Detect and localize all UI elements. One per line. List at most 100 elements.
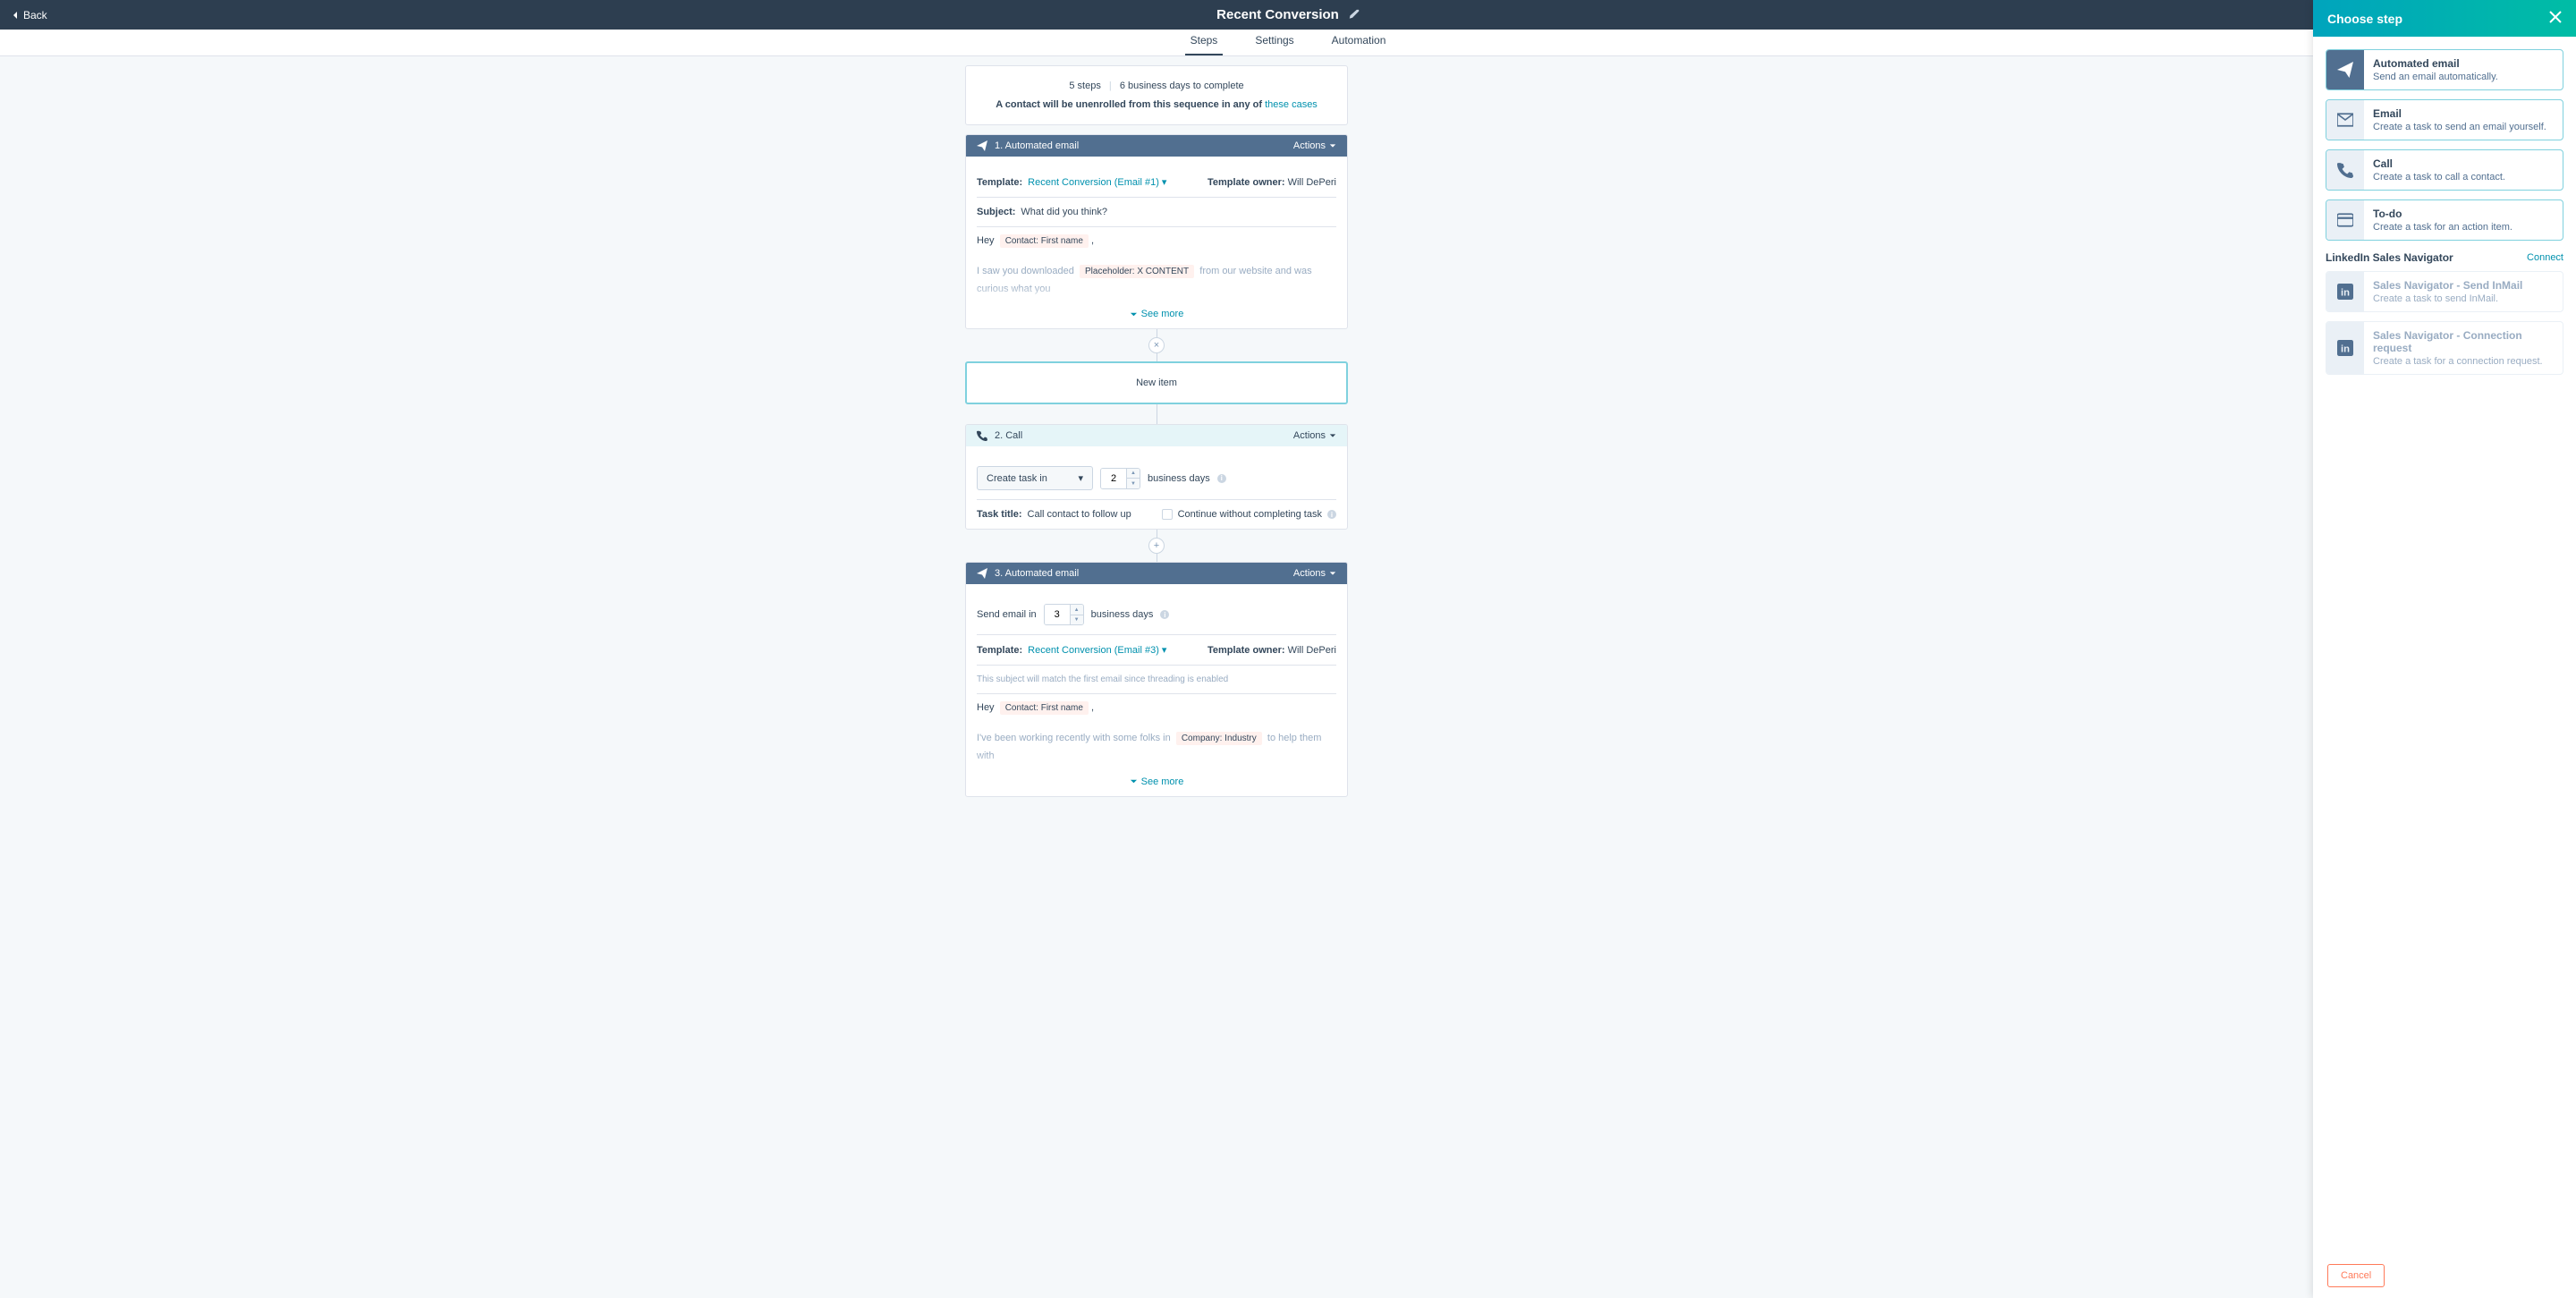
step-3-actions[interactable]: Actions: [1293, 568, 1336, 579]
panel-header: Choose step: [2313, 0, 2576, 37]
see-more-button[interactable]: See more: [977, 771, 1336, 796]
template-link[interactable]: Recent Conversion (Email #3) ▾: [1028, 644, 1166, 656]
back-label: Back: [23, 9, 47, 21]
pencil-icon[interactable]: [1348, 9, 1360, 21]
page-title: Recent Conversion: [1216, 7, 1339, 22]
paper-plane-icon: [2337, 62, 2353, 78]
chevron-down-icon: ▾: [1078, 472, 1083, 484]
info-icon[interactable]: i: [1217, 474, 1226, 483]
step-2-actions[interactable]: Actions: [1293, 430, 1336, 441]
unenroll-link[interactable]: these cases: [1265, 99, 1318, 110]
close-button[interactable]: [2549, 11, 2562, 26]
step-3-title: 3. Automated email: [995, 568, 1079, 579]
step-up[interactable]: ▲: [1127, 469, 1140, 479]
linkedin-icon: in: [2337, 284, 2353, 300]
back-button[interactable]: Back: [11, 9, 47, 21]
top-bar: Back Recent Conversion: [0, 0, 2576, 30]
step-2-header[interactable]: 2. Call Actions: [966, 425, 1347, 446]
template-label: Template:: [977, 177, 1022, 188]
chevron-down-icon: [1130, 310, 1138, 318]
title-wrap: Recent Conversion: [1216, 7, 1360, 22]
chevron-down-icon: [1329, 142, 1336, 149]
summary-card: 5 steps | 6 business days to complete A …: [965, 65, 1348, 125]
step-1-title: 1. Automated email: [995, 140, 1079, 151]
chevron-down-icon: [1130, 777, 1138, 785]
summary-days: 6 business days to complete: [1120, 81, 1244, 91]
chevron-left-icon: [11, 11, 20, 20]
threading-note: This subject will match the first email …: [977, 674, 1228, 684]
main-area: 5 steps | 6 business days to complete A …: [0, 56, 2313, 1298]
token-contact-first-name: Contact: First name: [1000, 701, 1089, 715]
svg-text:in: in: [2341, 344, 2350, 355]
template-link[interactable]: Recent Conversion (Email #1) ▾: [1028, 176, 1166, 188]
see-more-button[interactable]: See more: [977, 303, 1336, 328]
option-call[interactable]: CallCreate a task to call a contact.: [2326, 149, 2563, 191]
linkedin-icon: in: [2337, 340, 2353, 356]
center-column: 5 steps | 6 business days to complete A …: [965, 65, 1348, 797]
continue-checkbox[interactable]: [1162, 509, 1173, 520]
connect-link[interactable]: Connect: [2527, 252, 2563, 263]
tab-settings[interactable]: Settings: [1250, 27, 1299, 55]
send-label: Send email in: [977, 609, 1037, 620]
template-owner: Template owner: Will DePeri: [1208, 645, 1336, 656]
days-input[interactable]: ▲▼: [1100, 468, 1140, 489]
option-linkedin-inmail: in Sales Navigator - Send InMailCreate a…: [2326, 271, 2563, 312]
create-task-dropdown[interactable]: Create task in ▾: [977, 466, 1093, 490]
panel-body: Automated emailSend an email automatical…: [2313, 37, 2576, 1253]
connector: [965, 404, 1348, 424]
phone-icon: [2337, 162, 2353, 178]
close-icon: [2549, 11, 2562, 23]
card-icon: [2337, 212, 2353, 228]
days-field[interactable]: [1101, 469, 1126, 488]
connector: ×: [965, 329, 1348, 361]
subject-value: What did you think?: [1021, 207, 1107, 217]
days-label: business days: [1148, 473, 1210, 484]
step-1-header[interactable]: 1. Automated email Actions: [966, 135, 1347, 157]
task-title-label: Task title:: [977, 509, 1022, 520]
paper-plane-icon: [977, 568, 987, 579]
step-down[interactable]: ▼: [1071, 615, 1083, 625]
section-title: LinkedIn Sales Navigator: [2326, 251, 2453, 264]
step-2-title: 2. Call: [995, 430, 1022, 441]
step-1-actions[interactable]: Actions: [1293, 140, 1336, 151]
unenroll-text: A contact will be unenrolled from this s…: [996, 99, 1265, 110]
email-preview: Hey Contact: First name , I saw you down…: [977, 227, 1336, 303]
step-3-card: 3. Automated email Actions Send email in…: [965, 562, 1348, 796]
subject-label: Subject:: [977, 207, 1015, 217]
tab-steps[interactable]: Steps: [1185, 27, 1224, 55]
choose-step-panel: Choose step Automated emailSend an email…: [2313, 0, 2576, 1298]
option-automated-email[interactable]: Automated emailSend an email automatical…: [2326, 49, 2563, 90]
envelope-icon: [2337, 112, 2353, 128]
step-down[interactable]: ▼: [1127, 479, 1140, 488]
step-up[interactable]: ▲: [1071, 605, 1083, 615]
option-todo[interactable]: To-doCreate a task for an action item.: [2326, 199, 2563, 241]
svg-text:in: in: [2341, 288, 2350, 299]
token-contact-first-name: Contact: First name: [1000, 234, 1089, 248]
tab-automation[interactable]: Automation: [1326, 27, 1392, 55]
email-preview: Hey Contact: First name , I've been work…: [977, 694, 1336, 770]
template-owner: Template owner: Will DePeri: [1208, 177, 1336, 188]
tabs: Steps Settings Automation: [0, 30, 2576, 56]
connector: +: [965, 530, 1348, 562]
info-icon[interactable]: i: [1160, 610, 1169, 619]
linkedin-section: LinkedIn Sales Navigator Connect: [2326, 251, 2563, 264]
new-item-slot[interactable]: New item: [965, 361, 1348, 404]
continue-label: Continue without completing task: [1178, 509, 1322, 520]
add-step-button[interactable]: +: [1148, 538, 1165, 554]
days-label: business days: [1091, 609, 1154, 620]
panel-footer: Cancel: [2313, 1253, 2576, 1298]
separator: |: [1109, 81, 1112, 91]
info-icon[interactable]: i: [1327, 510, 1336, 519]
chevron-down-icon: [1329, 570, 1336, 577]
option-email[interactable]: EmailCreate a task to send an email your…: [2326, 99, 2563, 140]
cancel-button[interactable]: Cancel: [2327, 1264, 2385, 1287]
remove-slot-button[interactable]: ×: [1148, 337, 1165, 353]
days-field[interactable]: [1045, 605, 1070, 624]
task-title-value: Call contact to follow up: [1028, 509, 1131, 520]
step-1-card: 1. Automated email Actions Template: Rec…: [965, 134, 1348, 329]
step-3-header[interactable]: 3. Automated email Actions: [966, 563, 1347, 584]
step-2-card: 2. Call Actions Create task in ▾ ▲▼: [965, 424, 1348, 530]
days-input[interactable]: ▲▼: [1044, 604, 1084, 625]
option-linkedin-connection: in Sales Navigator - Connection requestC…: [2326, 321, 2563, 375]
paper-plane-icon: [977, 140, 987, 151]
